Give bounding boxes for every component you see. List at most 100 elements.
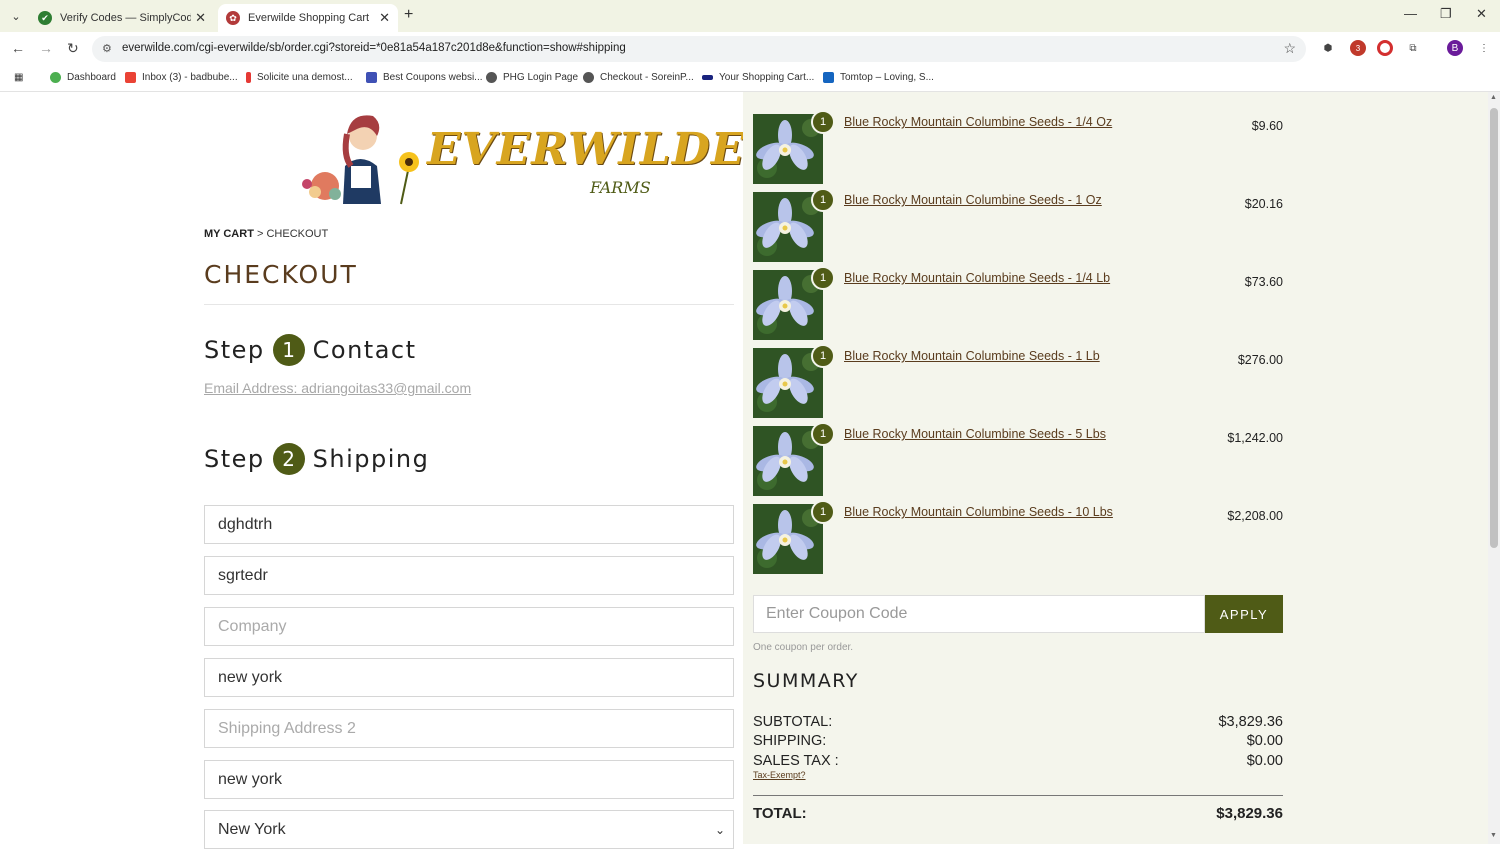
gmail-icon <box>125 72 136 83</box>
opera-icon[interactable] <box>1377 40 1393 56</box>
scroll-up-icon[interactable]: ▲ <box>1490 94 1497 101</box>
breadcrumb-my-cart[interactable]: MY CART <box>204 228 254 240</box>
state-select[interactable]: New York ⌄ <box>204 810 734 849</box>
product-name-link[interactable]: Blue Rocky Mountain Columbine Seeds - 1/… <box>844 271 1110 285</box>
cart-item: 1 Blue Rocky Mountain Columbine Seeds - 1… <box>753 188 1283 264</box>
breadcrumb-current: CHECKOUT <box>266 228 329 240</box>
total-value: $3,829.36 <box>1216 805 1283 822</box>
product-name-link[interactable]: Blue Rocky Mountain Columbine Seeds - 5 … <box>844 427 1106 441</box>
bookmark-label: Checkout - SoreinP... <box>600 72 694 83</box>
sales-tax-row: SALES TAX : $0.00 <box>753 753 1283 769</box>
cart-item: 1 Blue Rocky Mountain Columbine Seeds - 5… <box>753 422 1283 498</box>
bookmark-label: Your Shopping Cart... <box>719 72 815 83</box>
puzzle-icon[interactable]: ⧉ <box>1405 40 1421 56</box>
email-address-link[interactable]: Email Address: adriangoitas33@gmail.com <box>204 380 471 396</box>
pin-icon <box>246 72 251 83</box>
url-text[interactable]: everwilde.com/cgi-everwilde/sb/order.cgi… <box>122 42 626 54</box>
step-number-badge: 2 <box>272 443 305 475</box>
tab-simplycodes[interactable]: ✔ Verify Codes — SimplyCodes ✕ <box>30 4 214 32</box>
shipping-address-2-field[interactable]: Shipping Address 2 <box>204 709 734 748</box>
bookmark-label: PHG Login Page <box>503 72 579 83</box>
subtotal-label: SUBTOTAL: <box>753 714 833 730</box>
scroll-down-icon[interactable]: ▼ <box>1490 832 1497 839</box>
tax-exempt-link[interactable]: Tax-Exempt? <box>753 770 806 780</box>
bookmark-cart[interactable]: Your Shopping Cart... <box>702 72 814 83</box>
back-icon[interactable]: ← <box>11 40 25 56</box>
product-price: $20.16 <box>1244 197 1283 211</box>
step-contact-heading: Step 1 Contact <box>204 334 417 366</box>
product-name-link[interactable]: Blue Rocky Mountain Columbine Seeds - 1 … <box>844 193 1102 207</box>
extension-badge-count: 3 <box>1355 43 1361 53</box>
coupon-code-input[interactable]: Enter Coupon Code <box>753 595 1205 633</box>
city-field[interactable]: new york <box>204 760 734 799</box>
summary-title: SUMMARY <box>753 670 859 692</box>
apply-coupon-button[interactable]: APPLY <box>1205 595 1283 633</box>
extension-badge-icon[interactable]: 3 <box>1350 40 1366 56</box>
bookmark-checkout[interactable]: Checkout - SoreinP... <box>583 72 694 83</box>
dashboard-icon <box>50 72 61 83</box>
omnibox[interactable]: ⚙ everwilde.com/cgi-everwilde/sb/order.c… <box>92 36 1306 62</box>
tab-title: Everwilde Shopping Cart <box>248 12 370 24</box>
check-icon: ✔ <box>38 11 52 25</box>
everwilde-favicon-icon: ✿ <box>226 11 240 25</box>
last-name-field[interactable]: sgrtedr <box>204 556 734 595</box>
forward-icon[interactable]: → <box>39 40 53 56</box>
chevron-down-icon: ⌄ <box>714 822 725 837</box>
bookmark-label: Dashboard <box>67 72 116 83</box>
subtotal-value: $3,829.36 <box>1218 714 1283 730</box>
company-field[interactable]: Company <box>204 607 734 646</box>
bookmark-phg[interactable]: PHG Login Page <box>486 72 578 83</box>
page-scrollbar[interactable]: ▲ ▼ <box>1488 92 1500 844</box>
bookmark-inbox[interactable]: Inbox (3) - badbube... <box>125 72 238 83</box>
restore-icon[interactable]: ❐ <box>1440 6 1452 22</box>
product-price: $276.00 <box>1237 353 1283 367</box>
quantity-badge: 1 <box>811 422 835 446</box>
step-shipping-heading: Step 2 Shipping <box>204 443 429 475</box>
shipping-address-field[interactable]: new york <box>204 658 734 697</box>
apps-grid-icon[interactable]: ▦ <box>14 72 23 83</box>
sales-tax-label: SALES TAX : <box>753 753 839 769</box>
close-tab-icon[interactable]: ✕ <box>195 10 206 26</box>
cart-item: 1 Blue Rocky Mountain Columbine Seeds - 1… <box>753 500 1283 576</box>
bookmark-star-icon[interactable]: ☆ <box>1283 40 1296 57</box>
product-name-link[interactable]: Blue Rocky Mountain Columbine Seeds - 10… <box>844 505 1113 519</box>
bookmark-label: Solicite una demost... <box>257 72 353 83</box>
bookmark-solicite[interactable]: Solicite una demost... <box>246 72 353 83</box>
minimize-icon[interactable]: — <box>1404 6 1417 21</box>
tomtop-icon <box>823 72 834 83</box>
product-name-link[interactable]: Blue Rocky Mountain Columbine Seeds - 1/… <box>844 115 1112 129</box>
browser-tab-strip: ⌄ ✔ Verify Codes — SimplyCodes ✕ ✿ Everw… <box>0 0 1500 32</box>
logo-wordmark: EVERWILDE <box>427 124 746 175</box>
bookmark-coupons[interactable]: Best Coupons websi... <box>366 72 483 83</box>
profile-avatar[interactable]: B <box>1447 40 1463 56</box>
step-word: Step <box>204 336 265 364</box>
bookmark-dashboard[interactable]: Dashboard <box>50 72 116 83</box>
close-tab-icon[interactable]: ✕ <box>379 10 390 26</box>
step-label: Contact <box>312 336 417 364</box>
scrollbar-thumb[interactable] <box>1490 108 1498 548</box>
breadcrumb: MY CART > CHECKOUT <box>204 228 328 240</box>
bookmarks-bar: ▦ Dashboard Inbox (3) - badbube... Solic… <box>0 66 1500 92</box>
everwilde-logo[interactable]: EVERWILDE FARMS <box>285 106 744 206</box>
cart-item: 1 Blue Rocky Mountain Columbine Seeds - 1… <box>753 110 1283 186</box>
bookmark-label: Inbox (3) - badbube... <box>142 72 238 83</box>
tab-everwilde[interactable]: ✿ Everwilde Shopping Cart ✕ <box>218 4 398 32</box>
grid-icon <box>366 72 377 83</box>
first-name-field[interactable]: dghdtrh <box>204 505 734 544</box>
logo-farms: FARMS <box>590 178 651 197</box>
bookmark-tomtop[interactable]: Tomtop – Loving, S... <box>823 72 934 83</box>
total-row: TOTAL: $3,829.36 <box>753 805 1283 822</box>
extension-icon[interactable]: ⬢ <box>1320 40 1336 56</box>
product-price: $2,208.00 <box>1227 509 1283 523</box>
tab-search-chevron-icon[interactable]: ⌄ <box>6 6 26 26</box>
breadcrumb-separator: > <box>253 228 267 240</box>
product-name-link[interactable]: Blue Rocky Mountain Columbine Seeds - 1 … <box>844 349 1100 363</box>
site-info-icon[interactable]: ⚙ <box>102 42 112 55</box>
page-title: CHECKOUT <box>204 260 358 289</box>
product-price: $1,242.00 <box>1227 431 1283 445</box>
reload-icon[interactable]: ↻ <box>67 40 79 57</box>
address-bar-row: ← → ↻ ⚙ everwilde.com/cgi-everwilde/sb/o… <box>0 32 1500 66</box>
new-tab-icon[interactable]: + <box>404 6 413 24</box>
menu-dots-icon[interactable]: ⋮ <box>1476 40 1492 56</box>
close-window-icon[interactable]: ✕ <box>1476 6 1487 22</box>
